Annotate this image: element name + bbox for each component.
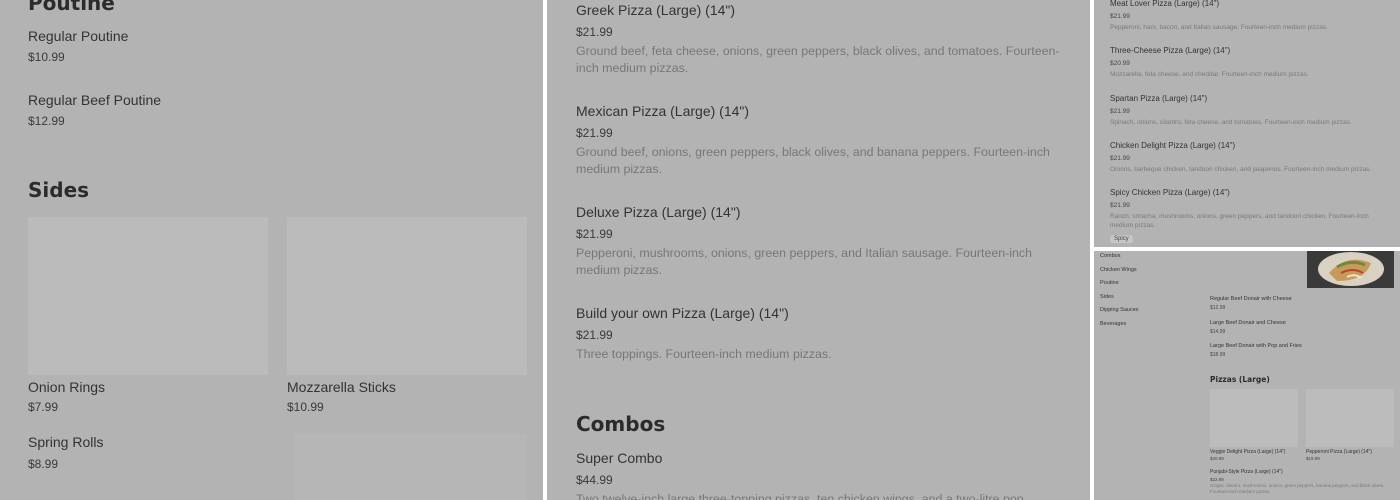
- item-price: $14.99: [1210, 329, 1226, 335]
- item-name: Greek Pizza (Large) (14"): [576, 2, 736, 18]
- menu-item-spicy-chicken-pizza[interactable]: Spicy Chicken Pizza (Large) (14") $21.99…: [1110, 188, 1392, 230]
- menu-item-meat-lover-pizza[interactable]: Meat Lover Pizza (Large) (14") $21.99 Pe…: [1110, 0, 1392, 32]
- item-description: Ginger, cilantro, mushrooms, onions, gre…: [1210, 483, 1385, 494]
- item-description: Ranch, sriracha, mushrooms, onions, gree…: [1110, 213, 1369, 229]
- menu-panel-pizzas-combos: Greek Pizza (Large) (14") $21.99 Ground …: [547, 0, 1090, 500]
- section-title-pizzas-large: Pizzas (Large): [1210, 375, 1270, 384]
- item-name: Large Beef Donair with Pop and Fries: [1210, 343, 1302, 349]
- menu-item-mexican-pizza[interactable]: Mexican Pizza (Large) (14") $21.99 Groun…: [576, 103, 1071, 178]
- menu-item-regular-beef-donair-with-cheese[interactable]: Regular Beef Donair with Cheese $12.99: [1210, 296, 1390, 311]
- menu-panel-specialty-pizzas: Meat Lover Pizza (Large) (14") $21.99 Pe…: [1094, 0, 1400, 247]
- item-name: Regular Beef Poutine: [28, 92, 162, 108]
- item-image-placeholder: [287, 217, 527, 375]
- item-price: $21.99: [1110, 108, 1130, 115]
- item-image-placeholder: [1210, 389, 1298, 447]
- item-price: $21.99: [1110, 13, 1130, 20]
- item-price: $21.99: [1110, 202, 1130, 209]
- item-description: Three toppings. Fourteen-inch medium piz…: [576, 347, 832, 361]
- menu-item-super-combo[interactable]: Super Combo $44.99 Two twelve-inch large…: [576, 450, 1071, 500]
- item-price: $12.99: [28, 114, 65, 128]
- item-name: Pepperoni Pizza (Large) (14"): [1306, 449, 1372, 455]
- item-image-placeholder: [1306, 389, 1394, 447]
- item-description: Mozzarella, feta cheese, and cheddar. Fo…: [1110, 71, 1309, 78]
- menu-item-large-beef-donair-with-pop-and-fries[interactable]: Large Beef Donair with Pop and Fries $18…: [1210, 343, 1390, 358]
- menu-item-deluxe-pizza[interactable]: Deluxe Pizza (Large) (14") $21.99 Pepper…: [576, 204, 1071, 279]
- item-image-placeholder: [28, 217, 268, 375]
- item-price: $20.99: [1110, 60, 1130, 67]
- item-name: Regular Beef Donair with Cheese: [1210, 296, 1292, 302]
- menu-card-mozzarella-sticks[interactable]: Mozzarella Sticks $10.99: [287, 217, 527, 417]
- item-price: $21.99: [576, 126, 613, 140]
- section-title-sides: Sides: [28, 178, 90, 202]
- menu-item-regular-beef-poutine[interactable]: Regular Beef Poutine $12.99: [28, 92, 508, 136]
- menu-card-onion-rings[interactable]: Onion Rings $7.99: [28, 217, 268, 417]
- item-name: Veggie Delight Pizza (Large) (14"): [1210, 449, 1286, 455]
- nav-item-dipping-sauces[interactable]: Dipping Sauces: [1100, 307, 1180, 321]
- item-image-placeholder: [294, 434, 527, 500]
- item-name: Mexican Pizza (Large) (14"): [576, 103, 750, 119]
- item-description: Pepperoni, mushrooms, onions, green pepp…: [576, 246, 1032, 277]
- item-name: Super Combo: [576, 450, 663, 466]
- item-price: $21.99: [576, 227, 613, 241]
- nav-item-chicken-wings[interactable]: Chicken Wings: [1100, 267, 1180, 281]
- item-price: $10.99: [28, 50, 65, 64]
- menu-item-chicken-delight-pizza[interactable]: Chicken Delight Pizza (Large) (14") $21.…: [1110, 141, 1392, 174]
- menu-item-spartan-pizza[interactable]: Spartan Pizza (Large) (14") $21.99 Spina…: [1110, 94, 1392, 127]
- item-name: Deluxe Pizza (Large) (14"): [576, 204, 741, 220]
- item-name: Punjabi-Style Pizza (Large) (14"): [1210, 469, 1283, 475]
- item-price: $18.99: [1210, 352, 1226, 358]
- item-name: Regular Poutine: [28, 28, 129, 44]
- item-description: Spinach, onions, cilantro, feta cheese, …: [1110, 119, 1352, 126]
- item-name: Chicken Delight Pizza (Large) (14"): [1110, 141, 1236, 150]
- section-title-poutine: Poutine: [28, 0, 115, 15]
- item-price: $21.99: [1110, 155, 1130, 162]
- menu-item-regular-poutine[interactable]: Regular Poutine $10.99: [28, 28, 508, 72]
- item-description: Pepperoni, ham, bacon, and Italian sausa…: [1110, 24, 1328, 31]
- item-name: Large Beef Donair and Cheese: [1210, 320, 1286, 326]
- donair-photo: [1307, 251, 1394, 288]
- item-price: $7.99: [28, 400, 59, 414]
- item-name: Meat Lover Pizza (Large) (14"): [1110, 0, 1220, 8]
- nav-item-combos[interactable]: Combos: [1100, 253, 1180, 267]
- item-name: Spartan Pizza (Large) (14"): [1110, 94, 1208, 103]
- item-description: Ground beef, onions, green peppers, blac…: [576, 145, 1050, 176]
- item-name: Spicy Chicken Pizza (Large) (14"): [1110, 188, 1230, 197]
- menu-item-spring-rolls[interactable]: Spring Rolls $8.99: [28, 434, 268, 478]
- spicy-badge: Spicy: [1110, 235, 1133, 243]
- menu-item-greek-pizza[interactable]: Greek Pizza (Large) (14") $21.99 Ground …: [576, 2, 1071, 77]
- item-price: $44.99: [576, 473, 613, 487]
- item-description: Onions, barbeque chicken, tandoori chick…: [1110, 166, 1372, 173]
- item-price: $12.99: [1210, 305, 1226, 311]
- nav-item-sides[interactable]: Sides: [1100, 294, 1180, 308]
- category-nav: Combos Chicken Wings Poutine Sides Dippi…: [1100, 253, 1180, 335]
- menu-panel-overview: Combos Chicken Wings Poutine Sides Dippi…: [1094, 251, 1400, 500]
- item-price: $8.99: [28, 457, 59, 471]
- menu-item-punjabi-style-pizza[interactable]: Punjabi-Style Pizza (Large) (14") $22.99…: [1210, 469, 1394, 495]
- item-price: $20.99: [1210, 456, 1224, 461]
- item-name: Build your own Pizza (Large) (14"): [576, 305, 789, 321]
- item-description: Ground beef, feta cheese, onions, green …: [576, 44, 1060, 75]
- item-price: $19.99: [1306, 456, 1320, 461]
- item-price: $22.99: [1210, 477, 1224, 482]
- menu-item-large-beef-donair-and-cheese[interactable]: Large Beef Donair and Cheese $14.99: [1210, 320, 1390, 335]
- nav-item-beverages[interactable]: Beverages: [1100, 321, 1180, 335]
- menu-card-veggie-delight-pizza[interactable]: Veggie Delight Pizza (Large) (14") $20.9…: [1210, 389, 1298, 469]
- item-price: $21.99: [576, 25, 613, 39]
- section-title-combos: Combos: [576, 412, 666, 436]
- menu-item-three-cheese-pizza[interactable]: Three-Cheese Pizza (Large) (14") $20.99 …: [1110, 46, 1392, 79]
- item-name: Three-Cheese Pizza (Large) (14"): [1110, 46, 1231, 55]
- menu-item-build-your-own-pizza[interactable]: Build your own Pizza (Large) (14") $21.9…: [576, 305, 1071, 363]
- menu-panel-poutine-sides: Poutine Regular Poutine $10.99 Regular B…: [0, 0, 543, 500]
- item-name: Mozzarella Sticks: [287, 379, 396, 395]
- item-name: Onion Rings: [28, 379, 106, 395]
- nav-item-poutine[interactable]: Poutine: [1100, 280, 1180, 294]
- item-price: $10.99: [287, 400, 324, 414]
- menu-card-pepperoni-pizza[interactable]: Pepperoni Pizza (Large) (14") $19.99: [1306, 389, 1394, 469]
- item-price: $21.99: [576, 328, 613, 342]
- item-description: Two twelve-inch large three-topping pizz…: [576, 492, 1028, 500]
- item-name: Spring Rolls: [28, 434, 104, 450]
